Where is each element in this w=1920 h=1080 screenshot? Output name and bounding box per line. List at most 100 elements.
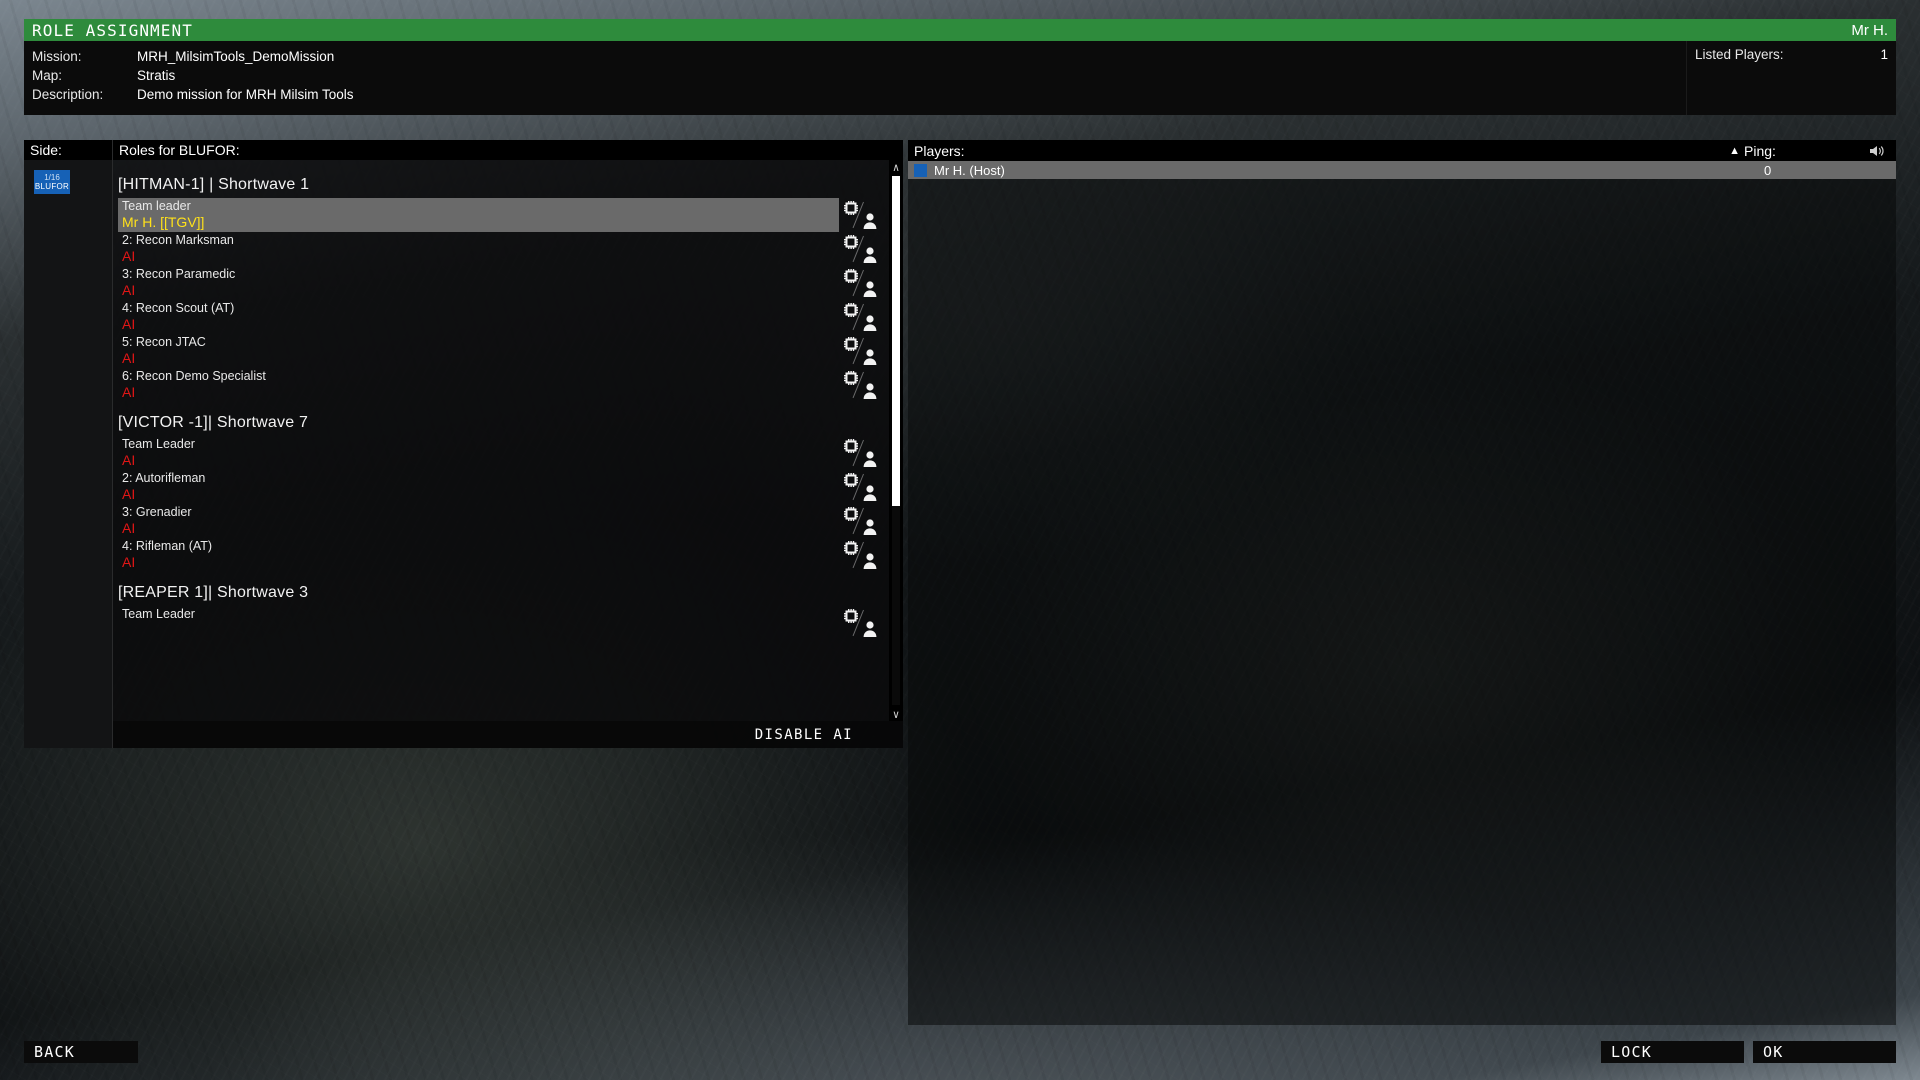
role-slot-row[interactable]: 4: Recon Scout (AT) AI — [118, 300, 877, 334]
sort-ascending-icon[interactable]: ▲ — [1729, 145, 1740, 157]
player-slot-icon — [862, 212, 878, 234]
mission-row: Mission: MRH_MilsimTools_DemoMission — [32, 47, 1686, 66]
role-slot-row[interactable]: Team leader Mr H. [[TGV]] — [118, 198, 877, 232]
role-slot-occupant: AI — [122, 520, 136, 536]
description-row: Description: Demo mission for MRH Milsim… — [32, 85, 1686, 104]
role-slot-name: 4: Recon Scout (AT) — [122, 301, 235, 315]
role-slot-name: 2: Recon Marksman — [122, 233, 234, 247]
ok-button[interactable]: OK — [1753, 1041, 1896, 1063]
role-slot-name: Team leader — [122, 199, 191, 213]
role-slot-occupant: AI — [122, 248, 136, 264]
player-side-icon — [914, 163, 927, 177]
player-name: Mr H. (Host) — [934, 162, 1005, 178]
role-slot-occupant: AI — [122, 554, 136, 570]
role-slot-occupant: AI — [122, 384, 136, 400]
role-assignment-screen: ROLE ASSIGNMENT Mr H. Mission: MRH_Milsi… — [0, 0, 1920, 1080]
player-slot-icon — [862, 280, 878, 302]
role-slot-name: Team Leader — [122, 437, 195, 451]
player-slot-icon — [862, 314, 878, 336]
disable-ai-bar: DISABLE AI — [113, 721, 903, 748]
role-slot-row[interactable]: 4: Rifleman (AT) AI — [118, 538, 877, 572]
role-slot-occupant: AI — [122, 486, 136, 502]
role-group-title: [VICTOR -1]| Shortwave 7 — [118, 414, 309, 431]
role-slot-icons[interactable] — [843, 472, 887, 504]
role-slot-icons[interactable] — [843, 370, 887, 402]
scrollbar-thumb[interactable] — [892, 176, 900, 506]
ai-chip-icon — [844, 507, 858, 526]
player-slot-icon — [862, 552, 878, 574]
scroll-down-icon[interactable]: ∨ — [889, 707, 903, 721]
role-slot-row[interactable]: 3: Grenadier AI — [118, 504, 877, 538]
player-slot-icon — [862, 484, 878, 506]
role-slot-icons[interactable] — [843, 234, 887, 266]
role-slot-occupant: Mr H. [[TGV]] — [122, 214, 205, 230]
role-slot-row[interactable]: 2: Recon Marksman AI — [118, 232, 877, 266]
side-item-blufor[interactable]: 1/16 BLUFOR — [34, 170, 70, 194]
role-slot-row[interactable]: 3: Recon Paramedic AI — [118, 266, 877, 300]
role-slot-row[interactable]: Team Leader AI — [118, 436, 877, 470]
player-slot-icon — [862, 246, 878, 268]
player-slot-icon — [862, 450, 878, 472]
player-ping: 0 — [1764, 162, 1772, 178]
role-slot-row[interactable]: 6: Recon Demo Specialist AI — [118, 368, 877, 402]
title-bar: ROLE ASSIGNMENT Mr H. — [24, 19, 1896, 41]
players-header-label: Players: — [914, 142, 965, 159]
player-slot-icon — [862, 518, 878, 540]
ai-chip-icon — [844, 201, 858, 220]
mission-info-strip: Mission: MRH_MilsimTools_DemoMission Map… — [24, 41, 1896, 115]
role-slot-occupant: AI — [122, 316, 136, 332]
back-button[interactable]: BACK — [24, 1041, 138, 1063]
volume-icon[interactable] — [1864, 144, 1890, 158]
players-list[interactable]: Mr H. (Host) 0 — [908, 161, 1896, 179]
ai-chip-icon — [844, 235, 858, 254]
role-slot-row[interactable]: Team Leader — [118, 606, 877, 640]
role-slot-name: 3: Recon Paramedic — [122, 267, 236, 281]
role-slot-name: Team Leader — [122, 607, 195, 621]
page-title: ROLE ASSIGNMENT — [32, 20, 193, 40]
side-name: BLUFOR — [34, 182, 70, 191]
role-slot-icons[interactable] — [843, 540, 887, 572]
map-label: Map: — [32, 68, 63, 83]
ai-chip-icon — [844, 303, 858, 322]
listed-players-label: Listed Players: — [1695, 47, 1784, 62]
mission-value: MRH_MilsimTools_DemoMission — [137, 49, 335, 64]
side-panel: Side: 1/16 BLUFOR — [24, 140, 113, 748]
lock-button[interactable]: LOCK — [1601, 1041, 1744, 1063]
role-slot-icons[interactable] — [843, 438, 887, 470]
role-slot-name: 5: Recon JTAC — [122, 335, 206, 349]
role-slot-icons[interactable] — [843, 200, 887, 232]
disable-ai-button[interactable]: DISABLE AI — [755, 727, 853, 743]
listed-players-count: 1 — [1880, 47, 1888, 62]
roles-list[interactable]: [HITMAN-1] | Shortwave 1 Team leader Mr H.… — [113, 160, 889, 721]
role-slot-occupant: AI — [122, 282, 136, 298]
role-slot-icons[interactable] — [843, 268, 887, 300]
player-slot-icon — [862, 620, 878, 642]
roles-panel: Roles for BLUFOR: [HITMAN-1] | Shortwave… — [113, 140, 903, 748]
role-slot-occupant: AI — [122, 452, 136, 468]
role-slot-icons[interactable] — [843, 302, 887, 334]
role-slot-icons[interactable] — [843, 608, 887, 640]
players-panel-header: Players: ▲ Ping: — [908, 140, 1896, 161]
description-value: Demo mission for MRH Milsim Tools — [137, 87, 354, 102]
scroll-up-icon[interactable]: ∧ — [889, 160, 903, 174]
roles-scrollbar[interactable]: ∧ ∨ — [889, 160, 903, 721]
role-group-title: [REAPER 1]| Shortwave 3 — [118, 584, 309, 601]
side-panel-header: Side: — [24, 140, 112, 160]
role-group-title: [HITMAN-1] | Shortwave 1 — [118, 176, 310, 193]
role-slot-icons[interactable] — [843, 336, 887, 368]
map-row: Map: Stratis — [32, 66, 1686, 85]
ai-chip-icon — [844, 337, 858, 356]
mission-info: Mission: MRH_MilsimTools_DemoMission Map… — [24, 41, 1686, 115]
role-slot-icons[interactable] — [843, 506, 887, 538]
role-slot-row[interactable]: 5: Recon JTAC AI — [118, 334, 877, 368]
player-slot-icon — [862, 348, 878, 370]
role-slot-row[interactable]: 2: Autorifleman AI — [118, 470, 877, 504]
ai-chip-icon — [844, 371, 858, 390]
player-row[interactable]: Mr H. (Host) 0 — [908, 161, 1896, 179]
side-slot-count: 1/16 — [44, 173, 60, 182]
listed-players: Listed Players: 1 — [1686, 41, 1896, 115]
map-value: Stratis — [137, 68, 176, 83]
ping-column-header: Ping: — [1744, 142, 1776, 159]
mission-label: Mission: — [32, 49, 82, 64]
role-slot-name: 4: Rifleman (AT) — [122, 539, 213, 553]
